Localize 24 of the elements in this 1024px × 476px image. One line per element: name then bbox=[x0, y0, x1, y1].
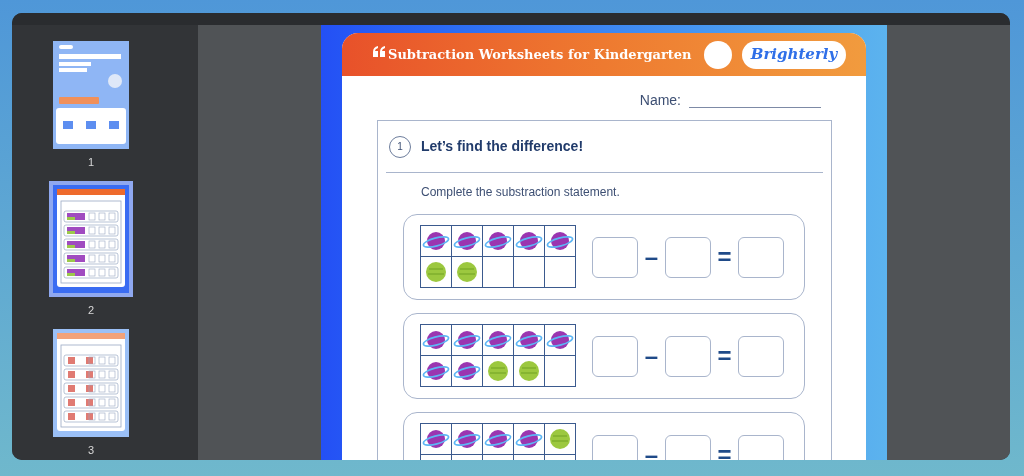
page-number: 2 bbox=[87, 303, 95, 317]
page-number: 3 bbox=[87, 443, 95, 457]
answer-box[interactable] bbox=[592, 335, 638, 377]
quote-mark-icon bbox=[372, 46, 386, 57]
answer-box[interactable] bbox=[738, 236, 784, 278]
page-thumbnail[interactable] bbox=[53, 329, 129, 437]
minus-sign: – bbox=[643, 245, 660, 269]
worksheet-title: Subtraction Worksheets for Kindergarten bbox=[388, 45, 692, 64]
minus-sign: – bbox=[643, 443, 660, 460]
equals-sign: = bbox=[716, 245, 733, 269]
page-number: 1 bbox=[87, 155, 95, 169]
answer-box[interactable] bbox=[665, 335, 711, 377]
page-thumbnail[interactable] bbox=[53, 41, 129, 149]
answer-box[interactable] bbox=[665, 236, 711, 278]
name-label: Name: bbox=[639, 91, 681, 110]
exercise-heading: Let’s find the difference! bbox=[421, 137, 584, 156]
equals-sign: = bbox=[716, 344, 733, 368]
brand-logo: Brighterly bbox=[742, 40, 846, 69]
equals-sign: = bbox=[716, 443, 733, 460]
page-thumbnail[interactable] bbox=[49, 181, 133, 297]
answer-box[interactable] bbox=[738, 335, 784, 377]
minus-sign: – bbox=[643, 344, 660, 368]
answer-box[interactable] bbox=[592, 236, 638, 278]
instruction-text: Complete the substraction statement. bbox=[420, 184, 621, 201]
